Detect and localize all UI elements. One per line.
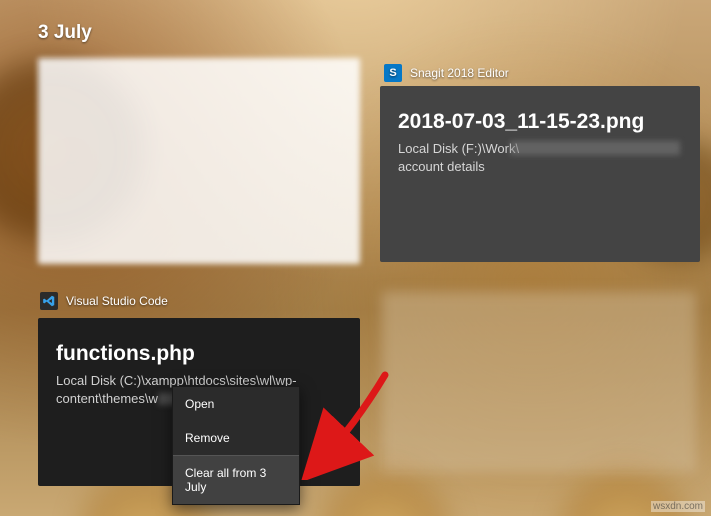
snagit-icon: [384, 64, 402, 82]
activity-card-blurred-2[interactable]: [382, 292, 696, 472]
context-menu-clear-all[interactable]: Clear all from 3 July: [173, 456, 299, 504]
context-menu: Open Remove Clear all from 3 July: [172, 386, 300, 505]
activity-app-label-vscode: Visual Studio Code: [40, 292, 168, 310]
vscode-app-label-text: Visual Studio Code: [66, 294, 168, 308]
context-menu-open[interactable]: Open: [173, 387, 299, 421]
watermark: wsxdn.com: [651, 501, 705, 512]
snagit-app-label-text: Snagit 2018 Editor: [410, 66, 509, 80]
vscode-icon: [40, 292, 58, 310]
snagit-card-path-line1: Local Disk (F:)\Work\: [380, 140, 700, 158]
snagit-card-path-line2: account details: [380, 158, 700, 176]
activity-app-label-snagit: Snagit 2018 Editor: [384, 64, 509, 82]
vscode-card-title: functions.php: [38, 318, 360, 372]
timeline-date-header: 3 July: [38, 22, 92, 44]
activity-card-snagit[interactable]: 2018-07-03_11-15-23.png Local Disk (F:)\…: [380, 86, 700, 262]
context-menu-remove[interactable]: Remove: [173, 421, 299, 455]
redacted-smudge: [510, 141, 680, 155]
snagit-card-title: 2018-07-03_11-15-23.png: [380, 86, 700, 140]
activity-card-blurred-1[interactable]: [38, 58, 360, 264]
